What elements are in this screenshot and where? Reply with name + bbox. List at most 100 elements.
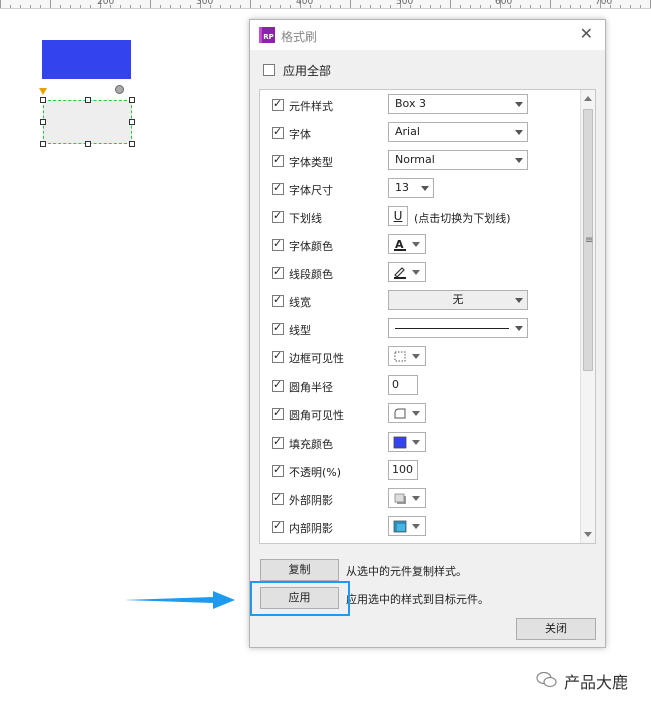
watermark-text: 产品大鹿 (564, 673, 629, 692)
apply-all-checkbox[interactable] (263, 64, 275, 76)
property-select[interactable]: Arial (388, 122, 528, 142)
resize-handle-n[interactable] (85, 97, 91, 103)
ruler-label: 400 (296, 0, 314, 7)
chevron-down-icon (412, 440, 420, 445)
property-label: 元件样式 (289, 100, 333, 113)
ruler-tick (240, 5, 241, 8)
line-color-picker[interactable] (388, 262, 426, 282)
fill-color-picker[interactable] (388, 432, 426, 452)
resize-handle-sw[interactable] (40, 141, 46, 147)
ruler-tick (470, 5, 471, 8)
apply-button-highlight (250, 581, 350, 616)
close-icon[interactable]: ✕ (580, 24, 593, 43)
property-checkbox[interactable] (272, 97, 284, 111)
ruler-tick (390, 5, 391, 8)
line-width-select[interactable]: 无 (388, 290, 528, 310)
rotate-handle[interactable] (115, 85, 124, 94)
outer-shadow-icon (393, 492, 407, 505)
ruler-tick (620, 5, 621, 8)
ruler-tick (50, 0, 51, 8)
ruler-tick (160, 5, 161, 8)
chevron-down-icon (412, 354, 420, 359)
ruler-tick (380, 5, 381, 8)
property-select[interactable]: Box 3 (388, 94, 528, 114)
ruler-tick (120, 5, 121, 8)
property-checkbox[interactable] (272, 321, 284, 335)
property-row: 边框可见性 (260, 345, 580, 369)
ruler-tick (460, 5, 461, 8)
apply-all-label: 应用全部 (283, 64, 332, 78)
border-visibility-picker[interactable] (388, 346, 426, 366)
ruler-tick (430, 5, 431, 8)
property-label: 圆角可见性 (289, 409, 344, 422)
select-value: Arial (395, 125, 420, 138)
ruler-tick (530, 5, 531, 8)
copy-button[interactable]: 复制 (260, 559, 339, 581)
selected-box-shape[interactable] (43, 100, 132, 144)
ruler-tick (520, 5, 521, 8)
underline-toggle-button[interactable]: U (388, 206, 408, 226)
corner-visibility-icon (393, 407, 407, 420)
corner-visibility-picker[interactable] (388, 403, 426, 423)
chevron-down-icon (515, 102, 523, 107)
font-color-icon: A (393, 238, 407, 251)
property-checkbox[interactable] (272, 435, 284, 449)
property-checkbox[interactable] (272, 491, 284, 505)
ruler-tick (570, 5, 571, 8)
property-checkbox[interactable] (272, 349, 284, 363)
resize-handle-e[interactable] (129, 119, 135, 125)
chevron-down-icon (412, 242, 420, 247)
property-checkbox[interactable] (272, 378, 284, 392)
inner-shadow-picker[interactable] (388, 516, 426, 536)
font-size-select[interactable]: 13 (388, 178, 434, 198)
resize-handle-nw[interactable] (40, 97, 46, 103)
property-checkbox[interactable] (272, 125, 284, 139)
line-style-select[interactable] (388, 318, 528, 338)
chevron-down-icon (515, 158, 523, 163)
property-label: 字体类型 (289, 156, 333, 169)
property-row: 不透明(%) 100 (260, 459, 580, 483)
property-row: 下划线 U (点击切换为下划线) (260, 205, 580, 229)
property-input[interactable]: 100 (388, 460, 418, 480)
inner-shadow-icon (393, 520, 407, 533)
resize-handle-ne[interactable] (129, 97, 135, 103)
property-checkbox[interactable] (272, 463, 284, 477)
dialog-titlebar[interactable]: RP 格式刷 ✕ (250, 20, 605, 50)
scroll-down-icon[interactable] (584, 532, 592, 537)
property-label: 内部阴影 (289, 522, 333, 535)
resize-handle-w[interactable] (40, 119, 46, 125)
select-value: Box 3 (395, 97, 426, 110)
property-checkbox[interactable] (272, 209, 284, 223)
property-checkbox[interactable] (272, 181, 284, 195)
ruler-tick (270, 5, 271, 8)
property-list-scrollbar[interactable]: ≡ (580, 90, 595, 543)
scroll-thumb[interactable]: ≡ (583, 109, 593, 371)
outer-shadow-picker[interactable] (388, 488, 426, 508)
blue-rectangle-shape[interactable] (42, 40, 131, 79)
ruler-tick (260, 5, 261, 8)
select-value: 无 (452, 293, 464, 306)
ruler-label: 700 (595, 0, 613, 7)
property-label: 填充颜色 (289, 438, 333, 451)
ruler-tick (450, 0, 451, 8)
close-button[interactable]: 关闭 (516, 618, 596, 640)
property-checkbox[interactable] (272, 406, 284, 420)
ruler-tick (630, 5, 631, 8)
property-checkbox[interactable] (272, 153, 284, 167)
property-checkbox[interactable] (272, 237, 284, 251)
property-checkbox[interactable] (272, 519, 284, 533)
resize-handle-s[interactable] (85, 141, 91, 147)
scroll-up-icon[interactable] (584, 96, 592, 101)
property-select[interactable]: Normal (388, 150, 528, 170)
ruler-tick (540, 5, 541, 8)
anchor-marker-icon[interactable] (39, 88, 47, 95)
ruler-label: 200 (97, 0, 115, 7)
property-checkbox[interactable] (272, 293, 284, 307)
font-color-picker[interactable]: A (388, 234, 426, 254)
property-row: 字体 Arial (260, 121, 580, 145)
ruler-tick (360, 5, 361, 8)
property-input[interactable]: 0 (388, 375, 418, 395)
property-checkbox[interactable] (272, 265, 284, 279)
ruler-tick (420, 5, 421, 8)
resize-handle-se[interactable] (129, 141, 135, 147)
